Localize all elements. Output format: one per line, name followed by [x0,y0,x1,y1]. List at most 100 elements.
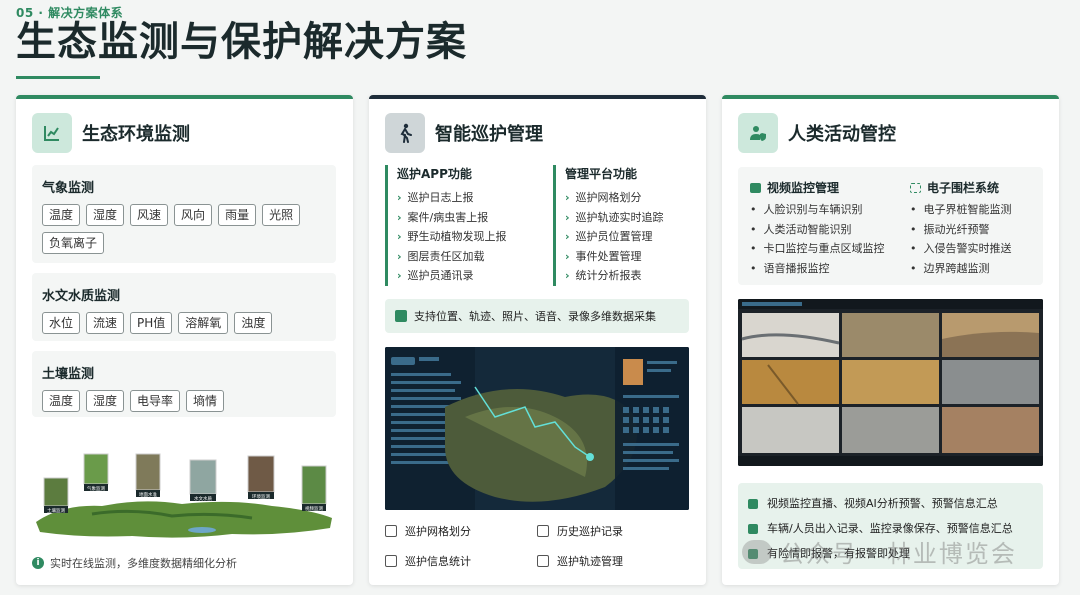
landscape-label: 气象监测 [87,485,105,492]
tool-label: 历史巡护记录 [557,525,623,538]
shield-person-icon [738,113,778,153]
column-title: 视频监控管理 [767,181,840,195]
group-title: 气象监测 [42,181,95,196]
grid-icon [385,525,397,537]
app-functions: 巡护APP功能 巡护日志上报 案件/病虫害上报 野生动植物发现上报 图层责任区加… [385,165,535,286]
video-wall-screenshot [738,299,1043,466]
landscape-label: 环境监测 [252,493,270,500]
column-title: 管理平台功能 [565,167,638,181]
tag-chip: PH值 [130,312,173,334]
monitor-group-soil: 土壤监测 温度 湿度 电导率 墒情 [32,351,336,417]
tag-chip: 雨量 [218,204,257,226]
alert-text: 视频监控直播、视频AI分析预警、预警信息汇总 [767,497,998,510]
list-item: 巡护员通讯录 [397,266,535,286]
tag-chip: 流速 [86,312,125,334]
video-monitoring: 视频监控管理 人脸识别与车辆识别 人类活动智能识别 卡口监控与重点区域监控 语音… [750,179,885,278]
info-icon: i [32,557,44,569]
list-item: 边界跨越监测 [910,259,1012,279]
landscape-illustration: 土壤监测 气象监测 地面水准 水文水质 环境监测 视频监测 [36,453,332,538]
list-item: 入侵告警实时推送 [910,239,1012,259]
tag-chip: 湿度 [86,390,125,412]
banner-text: 支持位置、轨迹、照片、语音、录像多维数据采集 [414,310,656,323]
tag-chip: 光照 [262,204,301,226]
card-title: 人类活动管控 [788,124,896,145]
record-icon [537,525,549,537]
group-title: 水文水质监测 [42,289,121,304]
system-panel: 视频监控管理 人脸识别与车辆识别 人类活动智能识别 卡口监控与重点区域监控 语音… [738,167,1043,285]
card-patrol-management: 智能巡护管理 巡护APP功能 巡护日志上报 案件/病虫害上报 野生动植物发现上报… [369,95,706,585]
watermark: 公众号 · 林业博览会 [742,534,1017,569]
tag-chip: 温度 [42,204,81,226]
tool-track-management[interactable]: 巡护轨迹管理 [537,553,689,569]
patrol-tools: 巡护网格划分 历史巡护记录 巡护信息统计 巡护轨迹管理 [385,523,689,569]
card-human-activity: 人类活动管控 视频监控管理 人脸识别与车辆识别 人类活动智能识别 卡口监控与重点… [722,95,1059,585]
tag-chip: 风向 [174,204,213,226]
list-item: 巡护网格划分 [565,188,703,208]
footnote-text: 实时在线监测，多维度数据精细化分析 [50,557,237,570]
card-header: 智能巡护管理 [385,113,543,153]
camera-icon [750,182,761,193]
tool-label: 巡护网格划分 [405,525,471,538]
tool-statistics[interactable]: 巡护信息统计 [385,553,537,569]
list-item: 卡口监控与重点区域监控 [750,239,885,259]
card-title: 智能巡护管理 [435,124,543,145]
list-item: 统计分析报表 [565,266,703,286]
map-pin-icon [395,310,407,322]
page-title: 生态监测与保护解决方案 [16,19,467,65]
list-item: 事件处置管理 [565,247,703,267]
tag-chip: 浊度 [234,312,273,334]
stats-icon [385,555,397,567]
tag-chip: 墒情 [186,390,225,412]
list-item: 图层责任区加载 [397,247,535,267]
list-item: 电子界桩智能监测 [910,200,1012,220]
multi-data-banner: 支持位置、轨迹、照片、语音、录像多维数据采集 [385,299,689,333]
list-item: 案件/病虫害上报 [397,208,535,228]
list-item: 振动光纤预警 [910,220,1012,240]
landscape-label: 水文水质 [194,495,212,502]
list-item: 巡护员位置管理 [565,227,703,247]
landscape-label: 土壤监测 [47,507,65,514]
track-icon [537,555,549,567]
list-item: 野生动植物发现上报 [397,227,535,247]
tag-chip: 电导率 [130,390,181,412]
landscape-label: 地面水准 [139,491,157,498]
list-item: 巡护轨迹实时追踪 [565,208,703,228]
tag-chip: 溶解氧 [178,312,229,334]
tool-label: 巡护轨迹管理 [557,555,623,568]
wechat-icon [742,539,772,564]
tag-chip: 温度 [42,390,81,412]
tag-chip: 负氧离子 [42,232,105,254]
platform-functions: 管理平台功能 巡护网格划分 巡护轨迹实时追踪 巡护员位置管理 事件处置管理 统计… [553,165,703,286]
card-eco-monitoring: 生态环境监测 气象监测 温度 湿度 风速 风向 雨量 光照 负氧离子 水文水质监… [16,95,353,585]
list-item: 语音播报监控 [750,259,885,279]
record-icon [748,523,758,534]
chart-line-icon [32,113,72,153]
tool-label: 巡护信息统计 [405,555,471,568]
alert-row: 视频监控直播、视频AI分析预警、预警信息汇总 [748,491,1033,516]
card-footnote: i 实时在线监测，多维度数据精细化分析 [32,555,237,571]
play-icon [748,498,758,509]
tool-grid-division[interactable]: 巡护网格划分 [385,523,537,539]
list-item: 巡护日志上报 [397,188,535,208]
column-title: 电子围栏系统 [927,181,1000,195]
title-underline [16,76,100,79]
card-title: 生态环境监测 [82,124,190,145]
electronic-fence: 电子围栏系统 电子界桩智能监测 振动光纤预警 入侵告警实时推送 边界跨越监测 [910,179,1012,278]
monitor-group-weather: 气象监测 温度 湿度 风速 风向 雨量 光照 负氧离子 [32,165,336,263]
card-header: 生态环境监测 [32,113,190,153]
tag-chip: 水位 [42,312,81,334]
landscape-label: 视频监测 [305,505,323,512]
list-item: 人类活动智能识别 [750,220,885,240]
tool-history-records[interactable]: 历史巡护记录 [537,523,689,539]
list-item: 人脸识别与车辆识别 [750,200,885,220]
watermark-text: 公众号 · 林业博览会 [780,540,1017,568]
card-header: 人类活动管控 [738,113,896,153]
group-title: 土壤监测 [42,367,95,382]
monitor-group-water: 水文水质监测 水位 流速 PH值 溶解氧 浊度 [32,273,336,341]
tag-chip: 风速 [130,204,169,226]
tag-chip: 湿度 [86,204,125,226]
column-title: 巡护APP功能 [397,167,472,181]
fence-icon [910,182,921,193]
patrol-map-screenshot [385,347,689,510]
walking-person-icon [385,113,425,153]
